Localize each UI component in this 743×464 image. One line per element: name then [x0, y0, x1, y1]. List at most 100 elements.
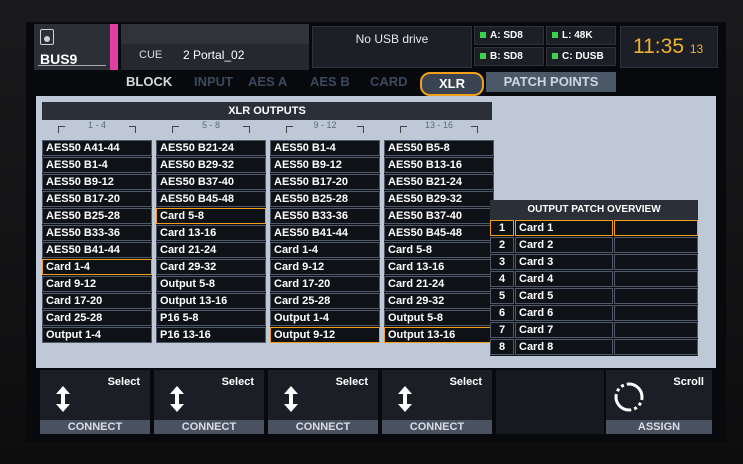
patch-option[interactable]: Output 1-4 [270, 310, 380, 326]
patch-option[interactable]: Output 13-16 [156, 293, 266, 309]
overview-row-extra [614, 237, 698, 253]
console-screen: BUS9 CUE 2 Portal_02 No USB drive A: SD8… [26, 22, 726, 442]
tab-aes-a[interactable]: AES A [248, 70, 287, 94]
scroll-assign[interactable]: Scroll ASSIGN [606, 370, 712, 434]
patch-option[interactable]: AES50 B1-4 [270, 140, 380, 156]
patch-option[interactable]: AES50 B29-32 [384, 191, 494, 207]
patch-option[interactable]: Card 1-4 [42, 259, 152, 275]
overview-row[interactable]: 6 Card 6 [490, 305, 698, 321]
overview-row[interactable]: 8 Card 8 [490, 339, 698, 355]
up-down-arrow-icon [170, 386, 184, 412]
patch-option[interactable]: AES50 B21-24 [156, 140, 266, 156]
column-1-4: 1 - 4 AES50 A41-44 AES50 B1-4 AES50 B9-12 A… [42, 120, 152, 344]
connect-button[interactable]: CONNECT [268, 420, 378, 434]
tab-bar: BLOCK INPUT AES A AES B CARD XLR PATCH P… [26, 70, 726, 96]
patch-option[interactable]: AES50 B45-48 [384, 225, 494, 241]
tab-aes-b[interactable]: AES B [310, 70, 350, 94]
patch-option[interactable]: Card 25-28 [42, 310, 152, 326]
column-5-8: 5 - 8 AES50 B21-24 AES50 B29-32 AES50 B37-… [156, 120, 266, 344]
patch-option[interactable]: AES50 B37-40 [156, 174, 266, 190]
connect-button[interactable]: CONNECT [40, 420, 150, 434]
patch-option[interactable]: AES50 B17-20 [42, 191, 152, 207]
patch-option[interactable]: AES50 B45-48 [156, 191, 266, 207]
card-status-grid: A: SD8 L: 48K B: SD8 C: DUSB [474, 26, 616, 66]
patch-option[interactable]: Card 13-16 [384, 259, 494, 275]
select-label: Select [335, 376, 368, 388]
patch-option[interactable]: Card 17-20 [270, 276, 380, 292]
patch-option[interactable]: Card 9-12 [42, 276, 152, 292]
patch-option[interactable]: AES50 B17-20 [270, 174, 380, 190]
select-connect-1[interactable]: Select CONNECT [40, 370, 150, 434]
column-range: 5 - 8 [156, 120, 266, 134]
overview-row-name: Card 6 [515, 305, 613, 321]
patch-option[interactable]: Card 29-32 [156, 259, 266, 275]
tab-card[interactable]: CARD [370, 70, 408, 94]
patch-option[interactable]: Card 5-8 [384, 242, 494, 258]
patch-option[interactable]: Card 17-20 [42, 293, 152, 309]
patch-option[interactable]: Output 13-16 [384, 327, 494, 343]
patch-option[interactable]: AES50 B41-44 [42, 242, 152, 258]
channel-selector[interactable]: BUS9 [34, 24, 110, 70]
patch-option[interactable]: AES50 B13-16 [384, 157, 494, 173]
patch-option[interactable]: Card 1-4 [270, 242, 380, 258]
up-down-arrow-icon [398, 386, 412, 412]
overview-title: OUTPUT PATCH OVERVIEW [490, 200, 698, 220]
overview-row[interactable]: 4 Card 4 [490, 271, 698, 287]
patch-option[interactable]: Output 5-8 [156, 276, 266, 292]
overview-table: 1 Card 1 2 Card 2 3 Card 3 4 Card 4 5 Card 5 6 Card… [490, 220, 698, 356]
column-range: 9 - 12 [270, 120, 380, 134]
patch-option[interactable]: AES50 B9-12 [42, 174, 152, 190]
overview-row[interactable]: 2 Card 2 [490, 237, 698, 253]
patch-option[interactable]: AES50 B1-4 [42, 157, 152, 173]
speaker-icon [40, 29, 54, 45]
overview-row-name: Card 2 [515, 237, 613, 253]
tab-input[interactable]: INPUT [194, 70, 233, 94]
patch-option[interactable]: AES50 B25-28 [270, 191, 380, 207]
overview-row-name: Card 4 [515, 271, 613, 287]
card-status-a: A: SD8 [474, 26, 544, 45]
overview-row[interactable]: 7 Card 7 [490, 322, 698, 338]
tab-patch-points[interactable]: PATCH POINTS [486, 72, 616, 92]
patch-option[interactable]: Output 1-4 [42, 327, 152, 343]
patch-option[interactable]: AES50 B5-8 [384, 140, 494, 156]
select-connect-3[interactable]: Select CONNECT [268, 370, 378, 434]
overview-row[interactable]: 3 Card 3 [490, 254, 698, 270]
patch-option[interactable]: Card 21-24 [156, 242, 266, 258]
connect-button[interactable]: CONNECT [382, 420, 492, 434]
assign-button[interactable]: ASSIGN [606, 420, 712, 434]
usb-status-panel[interactable]: No USB drive [312, 26, 472, 68]
patch-option[interactable]: AES50 B33-36 [42, 225, 152, 241]
up-down-arrow-icon [56, 386, 70, 412]
column-9-12: 9 - 12 AES50 B1-4 AES50 B9-12 AES50 B17-20… [270, 120, 380, 344]
connect-button[interactable]: CONNECT [154, 420, 264, 434]
tab-block[interactable]: BLOCK [126, 70, 172, 94]
overview-row-number: 2 [490, 237, 514, 253]
patch-option[interactable]: Card 29-32 [384, 293, 494, 309]
overview-row[interactable]: 5 Card 5 [490, 288, 698, 304]
patch-option[interactable]: Card 13-16 [156, 225, 266, 241]
select-connect-4[interactable]: Select CONNECT [382, 370, 492, 434]
patch-option[interactable]: P16 5-8 [156, 310, 266, 326]
patch-option[interactable]: AES50 B29-32 [156, 157, 266, 173]
overview-row[interactable]: 1 Card 1 [490, 220, 698, 236]
patch-option[interactable]: AES50 B33-36 [270, 208, 380, 224]
cue-panel[interactable]: CUE 2 Portal_02 [121, 24, 309, 70]
patch-option[interactable]: AES50 B25-28 [42, 208, 152, 224]
patch-option[interactable]: AES50 B37-40 [384, 208, 494, 224]
patch-option[interactable]: Card 5-8 [156, 208, 266, 224]
patch-option[interactable]: AES50 A41-44 [42, 140, 152, 156]
patch-option[interactable]: Output 9-12 [270, 327, 380, 343]
patch-option[interactable]: AES50 B41-44 [270, 225, 380, 241]
usb-status-text: No USB drive [355, 32, 429, 46]
select-connect-2[interactable]: Select CONNECT [154, 370, 264, 434]
patch-option[interactable]: Card 21-24 [384, 276, 494, 292]
cue-label: CUE [139, 49, 163, 61]
cue-name: 2 Portal_02 [183, 48, 245, 62]
patch-option[interactable]: AES50 B21-24 [384, 174, 494, 190]
patch-option[interactable]: P16 13-16 [156, 327, 266, 343]
patch-option[interactable]: Card 25-28 [270, 293, 380, 309]
patch-option[interactable]: Output 5-8 [384, 310, 494, 326]
patch-option[interactable]: AES50 B9-12 [270, 157, 380, 173]
tab-xlr[interactable]: XLR [420, 72, 484, 96]
patch-option[interactable]: Card 9-12 [270, 259, 380, 275]
